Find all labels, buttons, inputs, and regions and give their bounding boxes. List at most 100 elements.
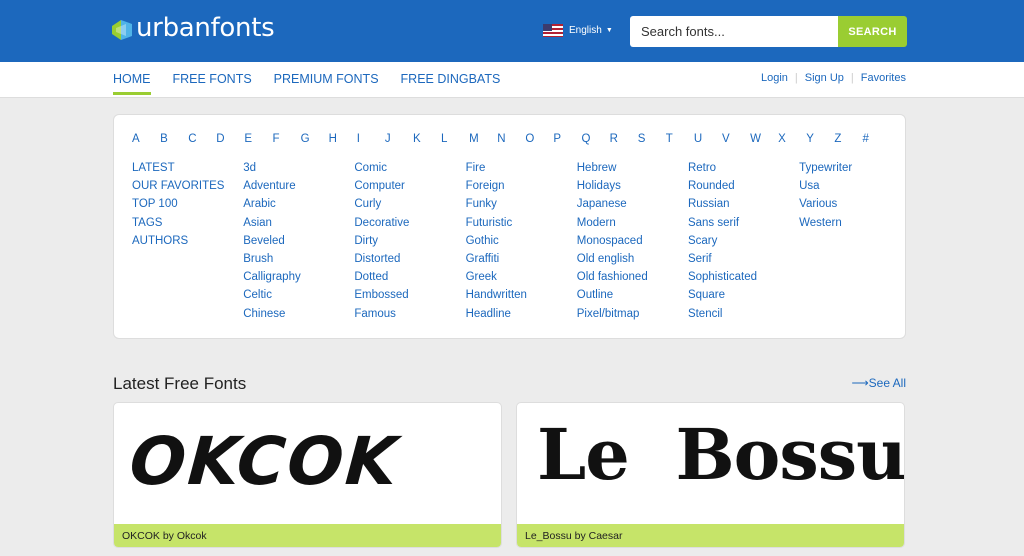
font-card[interactable]: OKCOK OKCOK by Okcok (113, 402, 502, 548)
category-link[interactable]: Japanese (577, 195, 688, 213)
alphabet-letter-link[interactable]: F (272, 133, 300, 145)
category-link[interactable]: Fire (466, 159, 577, 177)
category-link[interactable]: TAGS (132, 214, 243, 232)
category-link[interactable]: Greek (466, 268, 577, 286)
alphabet-letter-link[interactable]: I (357, 133, 385, 145)
category-link[interactable]: Sans serif (688, 214, 799, 232)
category-link[interactable]: OUR FAVORITES (132, 177, 243, 195)
category-link[interactable]: Graffiti (466, 250, 577, 268)
alphabet-letter-link[interactable]: # (862, 133, 890, 145)
category-link[interactable]: Gothic (466, 232, 577, 250)
alphabet-letter-link[interactable]: U (694, 133, 722, 145)
category-link[interactable]: Arabic (243, 195, 354, 213)
category-link[interactable]: Distorted (354, 250, 465, 268)
category-link[interactable]: Rounded (688, 177, 799, 195)
category-link[interactable]: Square (688, 286, 799, 304)
category-link[interactable]: Comic (354, 159, 465, 177)
font-card-caption[interactable]: OKCOK by Okcok (114, 524, 501, 547)
alphabet-letter-link[interactable]: R (610, 133, 638, 145)
category-link[interactable]: Headline (466, 305, 577, 323)
category-link[interactable]: Calligraphy (243, 268, 354, 286)
alphabet-letter-link[interactable]: A (132, 133, 160, 145)
category-link[interactable]: Stencil (688, 305, 799, 323)
category-link[interactable]: Dotted (354, 268, 465, 286)
alphabet-letter-link[interactable]: C (188, 133, 216, 145)
alphabet-letter-link[interactable]: Q (582, 133, 610, 145)
alphabet-letter-link[interactable]: X (778, 133, 806, 145)
login-link[interactable]: Login (761, 72, 788, 84)
alphabet-letter-link[interactable]: S (638, 133, 666, 145)
category-link[interactable]: Russian (688, 195, 799, 213)
category-link[interactable]: Modern (577, 214, 688, 232)
category-link[interactable]: Embossed (354, 286, 465, 304)
nav-free-fonts[interactable]: FREE FONTS (173, 72, 252, 95)
category-link[interactable]: Asian (243, 214, 354, 232)
category-link[interactable]: Celtic (243, 286, 354, 304)
see-all-link[interactable]: ⟶See All (851, 376, 906, 390)
category-link[interactable]: Usa (799, 177, 910, 195)
search-button[interactable]: SEARCH (838, 16, 907, 47)
category-link[interactable]: Hebrew (577, 159, 688, 177)
favorites-link[interactable]: Favorites (861, 72, 906, 84)
font-preview[interactable]: Le Bossu (517, 403, 904, 525)
nav-home[interactable]: HOME (113, 72, 151, 95)
alphabet-letter-link[interactable]: E (244, 133, 272, 145)
font-card[interactable]: Le Bossu Le_Bossu by Caesar (516, 402, 905, 548)
category-link[interactable]: Funky (466, 195, 577, 213)
search-input[interactable] (630, 16, 838, 47)
category-link[interactable]: Various (799, 195, 910, 213)
category-link[interactable]: Famous (354, 305, 465, 323)
alphabet-letter-link[interactable]: M (469, 133, 497, 145)
alphabet-letter-link[interactable]: W (750, 133, 778, 145)
category-link[interactable]: Foreign (466, 177, 577, 195)
category-link[interactable]: Computer (354, 177, 465, 195)
category-link[interactable]: Dirty (354, 232, 465, 250)
alphabet-letter-link[interactable]: H (329, 133, 357, 145)
category-link[interactable]: Serif (688, 250, 799, 268)
category-link[interactable]: AUTHORS (132, 232, 243, 250)
category-link[interactable]: Typewriter (799, 159, 910, 177)
alphabet-letter-link[interactable]: O (525, 133, 553, 145)
category-link[interactable]: Pixel/bitmap (577, 305, 688, 323)
alphabet-letter-link[interactable]: G (301, 133, 329, 145)
category-link[interactable]: Adventure (243, 177, 354, 195)
divider: | (794, 72, 798, 84)
site-logo[interactable]: urbanfonts (112, 12, 275, 44)
category-link[interactable]: Decorative (354, 214, 465, 232)
category-link[interactable]: Western (799, 214, 910, 232)
alphabet-letter-link[interactable]: T (666, 133, 694, 145)
nav-premium-fonts[interactable]: PREMIUM FONTS (274, 72, 379, 95)
nav-free-dingbats[interactable]: FREE DINGBATS (401, 72, 501, 95)
category-link[interactable]: Futuristic (466, 214, 577, 232)
category-link[interactable]: Monospaced (577, 232, 688, 250)
category-link[interactable]: Scary (688, 232, 799, 250)
alphabet-letter-link[interactable]: N (497, 133, 525, 145)
category-link[interactable]: Curly (354, 195, 465, 213)
alphabet-letter-link[interactable]: Y (806, 133, 834, 145)
category-link[interactable]: Holidays (577, 177, 688, 195)
alphabet-letter-link[interactable]: J (385, 133, 413, 145)
category-link[interactable]: Sophisticated (688, 268, 799, 286)
category-link[interactable]: Handwritten (466, 286, 577, 304)
font-preview[interactable]: OKCOK (114, 403, 501, 525)
category-link[interactable]: 3d (243, 159, 354, 177)
category-link[interactable]: Beveled (243, 232, 354, 250)
category-link[interactable]: Old english (577, 250, 688, 268)
category-link[interactable]: LATEST (132, 159, 243, 177)
signup-link[interactable]: Sign Up (805, 72, 844, 84)
language-selector[interactable]: English ▼ (543, 24, 613, 37)
category-link[interactable]: Brush (243, 250, 354, 268)
font-card-caption[interactable]: Le_Bossu by Caesar (517, 524, 904, 547)
category-link[interactable]: Old fashioned (577, 268, 688, 286)
category-link[interactable]: Chinese (243, 305, 354, 323)
category-link[interactable]: Retro (688, 159, 799, 177)
alphabet-letter-link[interactable]: V (722, 133, 750, 145)
alphabet-letter-link[interactable]: D (216, 133, 244, 145)
alphabet-letter-link[interactable]: B (160, 133, 188, 145)
alphabet-letter-link[interactable]: P (553, 133, 581, 145)
category-link[interactable]: TOP 100 (132, 195, 243, 213)
alphabet-letter-link[interactable]: Z (834, 133, 862, 145)
alphabet-letter-link[interactable]: K (413, 133, 441, 145)
alphabet-letter-link[interactable]: L (441, 133, 469, 145)
category-link[interactable]: Outline (577, 286, 688, 304)
